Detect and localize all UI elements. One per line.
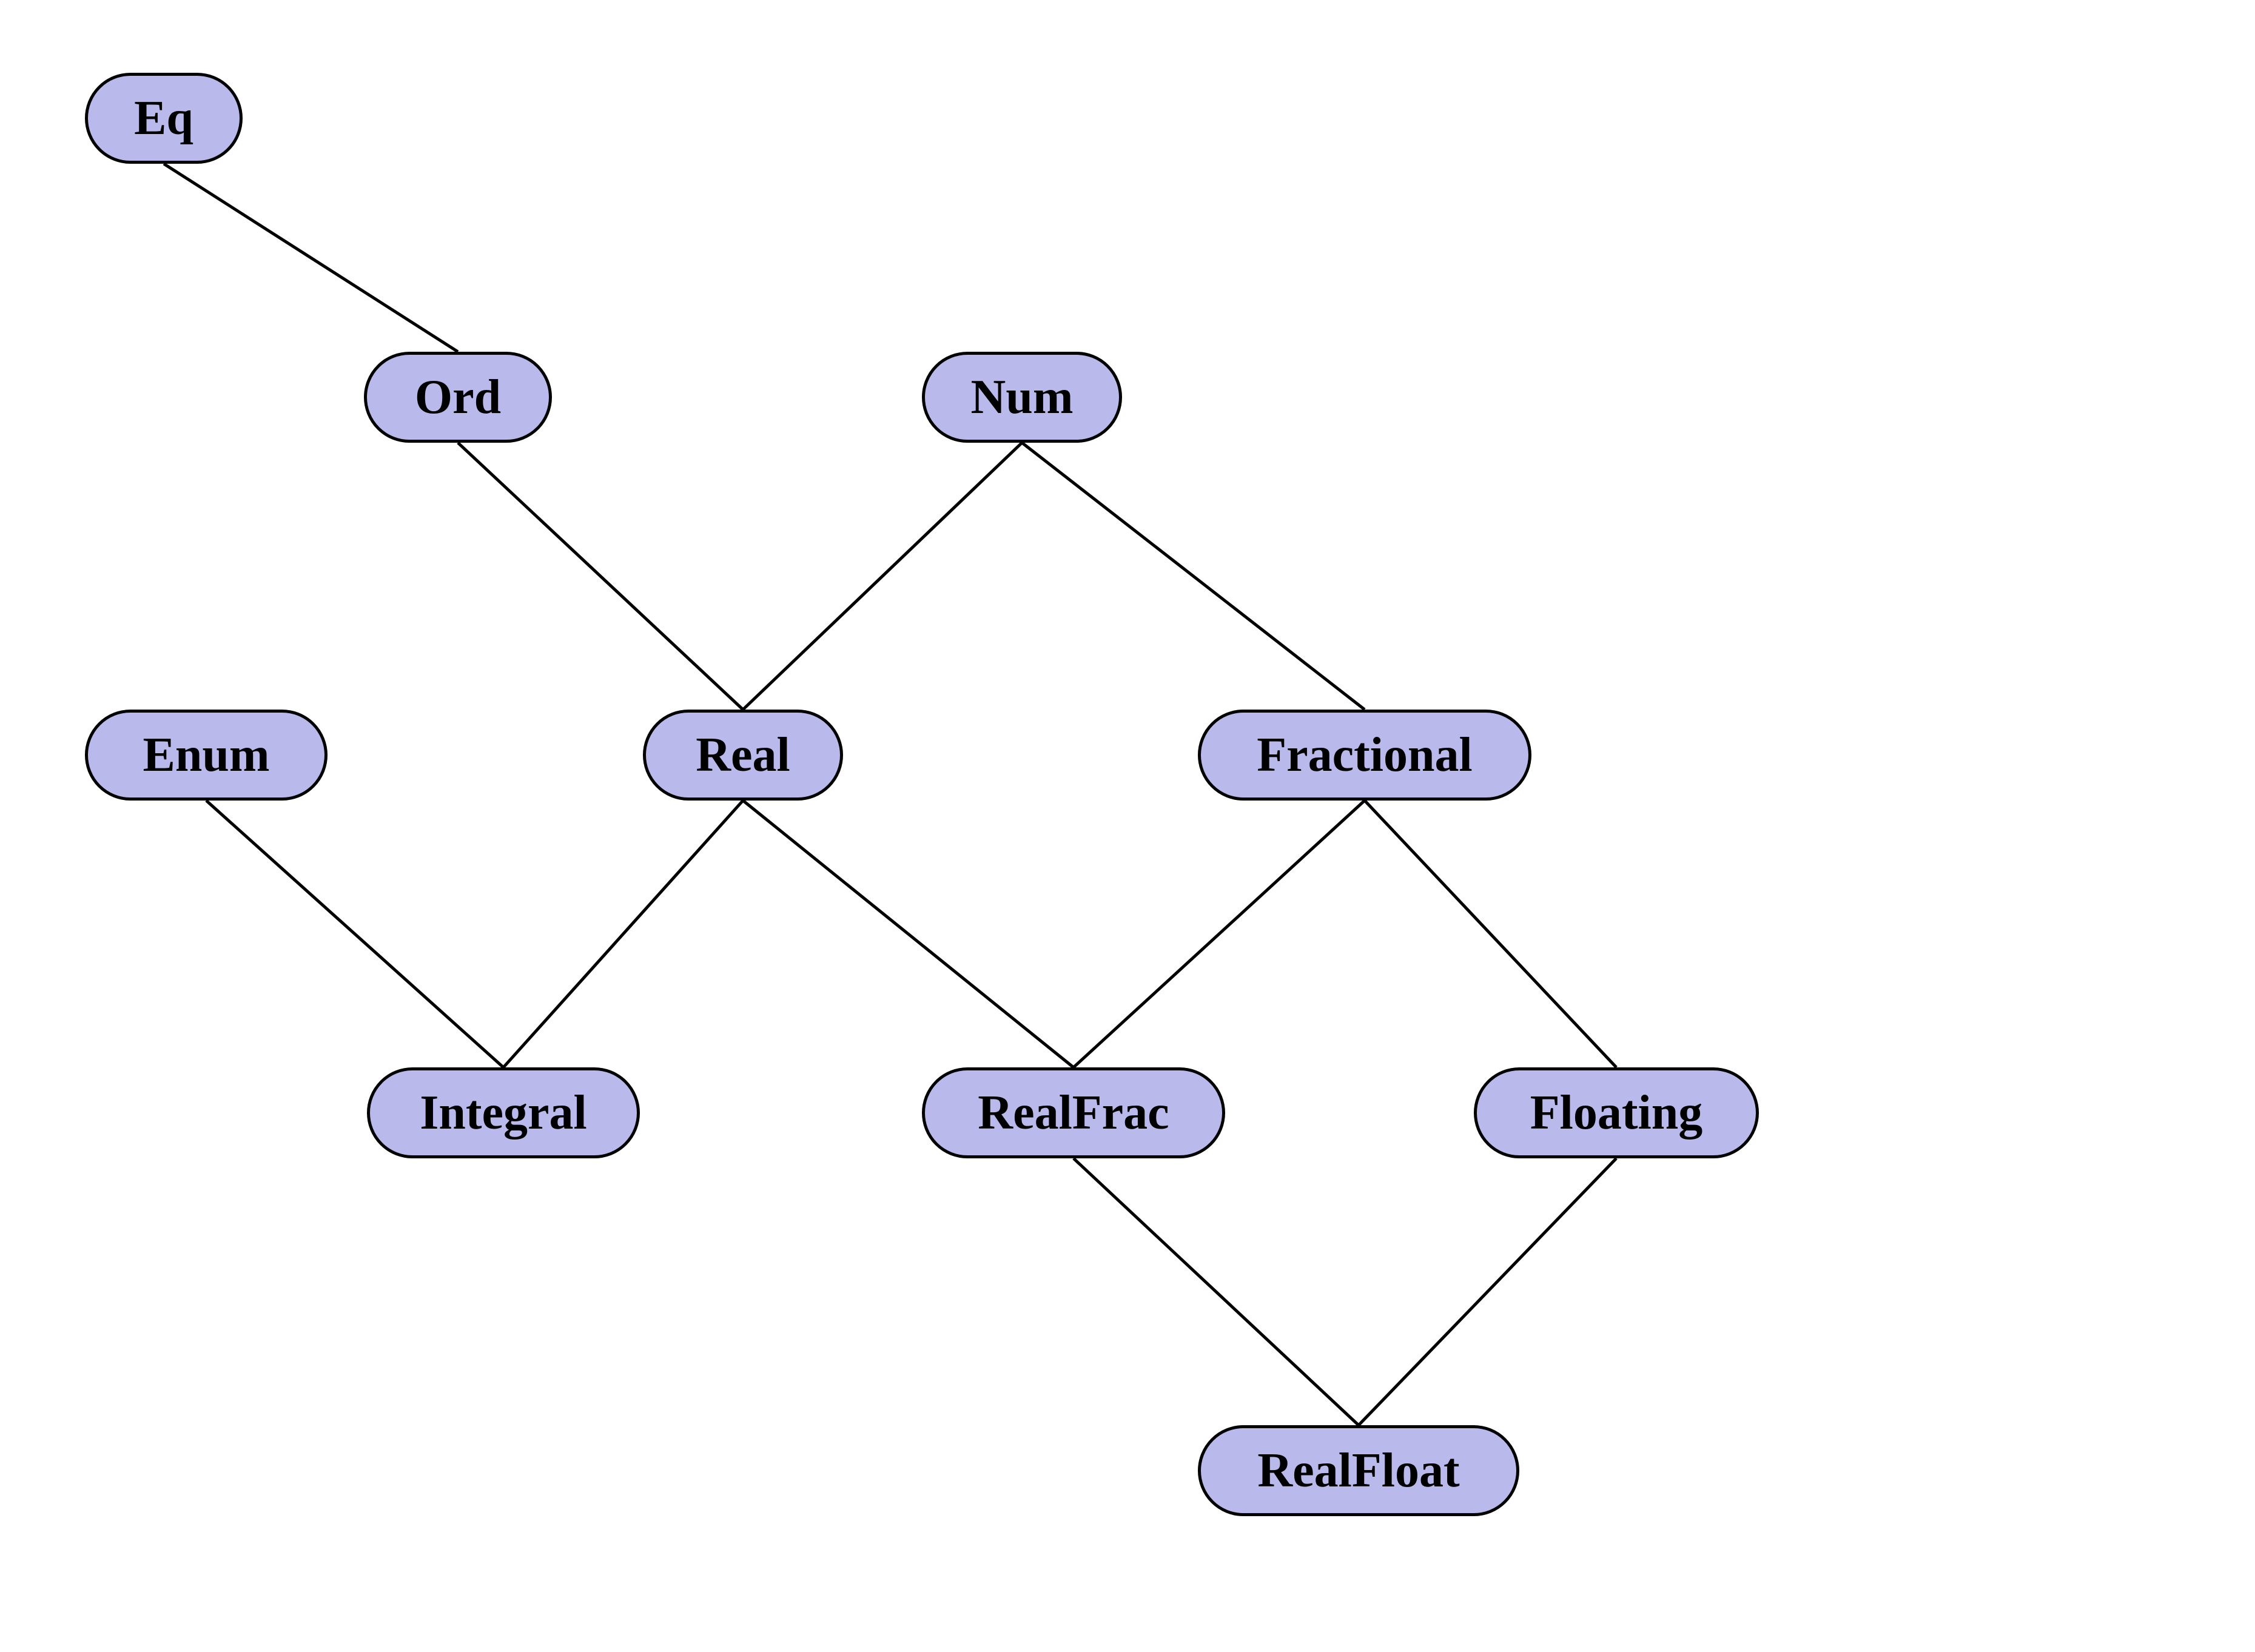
node-num: Num xyxy=(922,352,1122,443)
node-label: Eq xyxy=(134,91,193,146)
edge-ord-real xyxy=(458,443,743,710)
node-label: RealFrac xyxy=(978,1086,1169,1141)
diagram-edges-layer xyxy=(0,0,2255,1652)
node-label: Real xyxy=(696,728,790,783)
edge-fractional-realfrac xyxy=(1074,801,1365,1067)
node-fractional: Fractional xyxy=(1198,710,1531,801)
edge-num-real xyxy=(743,443,1022,710)
edge-floating-realfloat xyxy=(1359,1158,1616,1425)
edge-realfrac-realfloat xyxy=(1074,1158,1359,1425)
node-realfloat: RealFloat xyxy=(1198,1425,1519,1516)
node-label: Fractional xyxy=(1257,728,1472,783)
edge-enum-integral xyxy=(206,801,503,1067)
node-label: Enum xyxy=(143,728,270,783)
edge-num-fractional xyxy=(1022,443,1365,710)
node-label: RealFloat xyxy=(1257,1443,1459,1499)
node-label: Integral xyxy=(420,1086,587,1141)
node-floating: Floating xyxy=(1474,1067,1759,1158)
haskell-typeclass-diagram: Eq Ord Num Enum Real Fractional Integral… xyxy=(0,0,2255,1652)
edge-fractional-floating xyxy=(1365,801,1616,1067)
node-eq: Eq xyxy=(85,73,243,164)
node-real: Real xyxy=(643,710,843,801)
edge-eq-ord xyxy=(164,164,458,352)
node-enum: Enum xyxy=(85,710,328,801)
node-ord: Ord xyxy=(364,352,552,443)
node-integral: Integral xyxy=(367,1067,640,1158)
edge-real-realfrac xyxy=(743,801,1074,1067)
node-label: Num xyxy=(971,370,1074,425)
node-label: Ord xyxy=(415,370,501,425)
node-realfrac: RealFrac xyxy=(922,1067,1225,1158)
edge-real-integral xyxy=(503,801,743,1067)
node-label: Floating xyxy=(1530,1086,1702,1141)
